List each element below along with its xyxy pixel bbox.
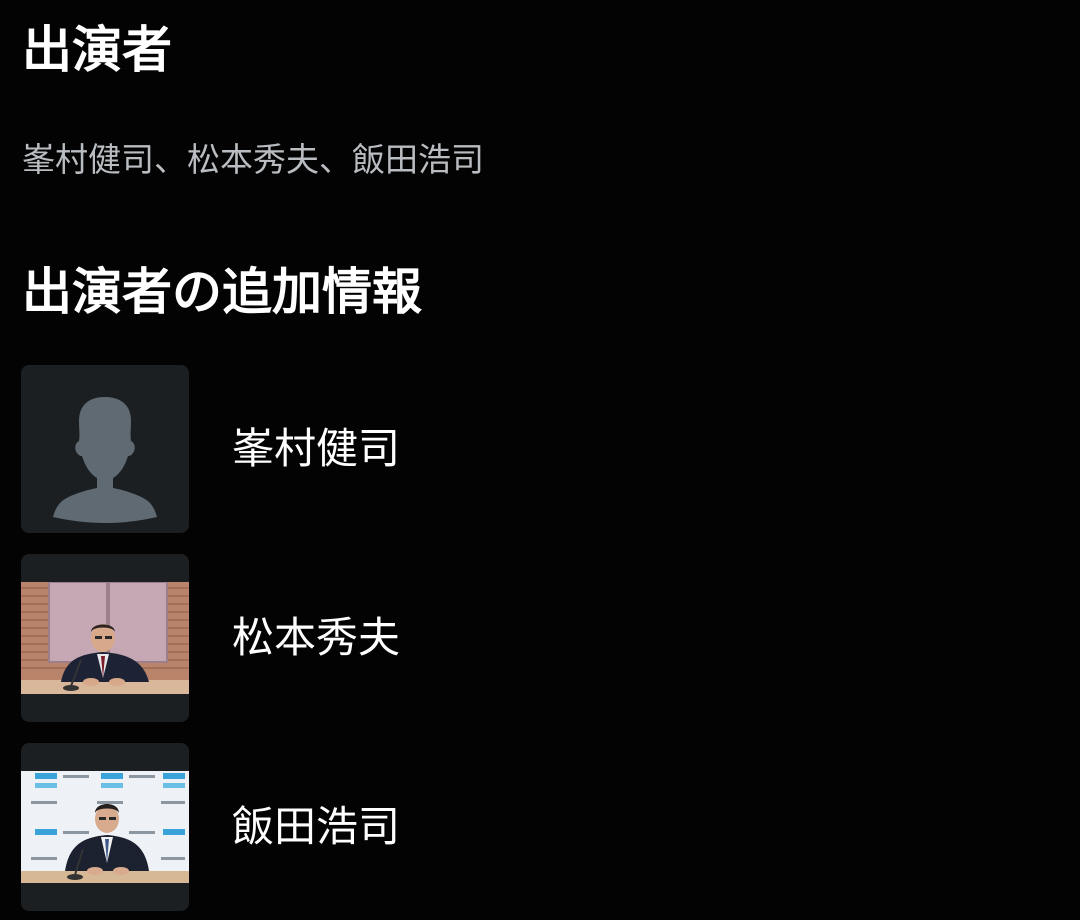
cast-name-text-1: 峯村健司 <box>22 140 154 179</box>
cast-member-row[interactable]: 松本秀夫 <box>21 554 1061 722</box>
cast-thumbnail[interactable] <box>21 743 189 911</box>
cast-heading: 出演者 <box>22 21 172 79</box>
person-placeholder-icon <box>53 397 157 523</box>
separator: 、 <box>319 140 352 179</box>
cast-member-name[interactable]: 飯田浩司 <box>232 802 400 852</box>
cast-member-row[interactable]: 飯田浩司 <box>21 743 1061 911</box>
cast-extra-info-heading: 出演者の追加情報 <box>22 263 422 321</box>
cast-names-line: 峯村健司、松本秀夫、飯田浩司 <box>22 138 484 182</box>
cast-member-row[interactable]: 峯村健司 <box>21 365 1061 533</box>
cast-thumbnail[interactable] <box>21 365 189 533</box>
press-backdrop-photo <box>21 771 189 883</box>
cast-page: 出演者 峯村健司、松本秀夫、飯田浩司 出演者の追加情報 峯村健司 松本秀夫 飯田… <box>0 0 1080 920</box>
cast-name-text-2: 松本秀夫 <box>187 140 319 179</box>
studio-photo <box>21 582 189 694</box>
cast-member-name[interactable]: 松本秀夫 <box>232 613 400 663</box>
cast-member-name[interactable]: 峯村健司 <box>232 424 400 474</box>
separator: 、 <box>154 140 187 179</box>
cast-thumbnail[interactable] <box>21 554 189 722</box>
cast-name-text-3: 飯田浩司 <box>352 140 484 179</box>
